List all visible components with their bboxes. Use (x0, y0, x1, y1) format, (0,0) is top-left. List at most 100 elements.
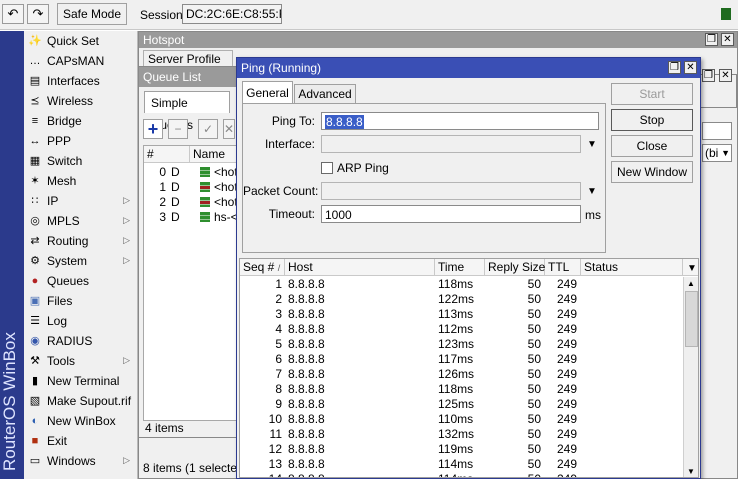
sidebar-item-label: Log (47, 314, 68, 328)
table-row[interactable]: 8 8.8.8.8 118ms 50 249 (240, 382, 683, 397)
table-row[interactable]: 3Dhs-<h (144, 210, 238, 225)
sidebar-item-windows[interactable]: ▭ Windows ▷ (24, 451, 138, 471)
hotspot-inner-restore-icon[interactable]: ❐ (702, 69, 715, 82)
col-reply-size[interactable]: Reply Size (485, 259, 545, 276)
close-button[interactable]: Close (611, 135, 693, 157)
hotspot-restore-icon[interactable]: ❐ (705, 33, 718, 46)
col-host[interactable]: Host (285, 259, 435, 276)
col-name[interactable]: Name (190, 146, 238, 163)
table-row[interactable]: 2 8.8.8.8 122ms 50 249 (240, 292, 683, 307)
table-row[interactable]: 1D <hots (144, 180, 238, 195)
ip-icon: ∷ (31, 195, 39, 207)
tab-advanced[interactable]: Advanced (294, 84, 356, 104)
sidebar-item-log[interactable]: ☰ Log (24, 311, 138, 331)
top-toolbar: ↶ ↷ Safe Mode Session: DC:2C:6E:C8:55:FD (0, 0, 738, 30)
tools-icon: ⚒ (30, 355, 40, 367)
hotspot-partial-field[interactable] (702, 122, 732, 140)
add-icon[interactable]: + (143, 119, 163, 139)
sidebar-item-wireless[interactable]: ⪯ Wireless (24, 91, 138, 111)
partial-dropdown[interactable]: (bi ▼ (702, 144, 732, 162)
tab-general[interactable]: General (242, 81, 293, 104)
remove-icon[interactable]: − (168, 119, 188, 139)
row-name: hs-<h (214, 210, 238, 224)
table-row[interactable]: 11 8.8.8.8 132ms 50 249 (240, 427, 683, 442)
sidebar-item-tools[interactable]: ⚒ Tools ▷ (24, 351, 138, 371)
table-row[interactable]: 14 8.8.8.8 114ms50 249 (240, 472, 683, 477)
tab-simple-queues[interactable]: Simple Queues (144, 91, 230, 132)
chevron-down-icon[interactable]: ▼ (587, 139, 597, 150)
ping-to-input[interactable]: 8.8.8.8 (321, 112, 599, 130)
cell-seq: 12 (268, 442, 282, 456)
col-num[interactable]: # (144, 146, 190, 163)
table-row[interactable]: 7 8.8.8.8 126ms 50 249 (240, 367, 683, 382)
sidebar-item-make-supout-rif[interactable]: ▧ Make Supout.rif (24, 391, 138, 411)
session-field[interactable]: DC:2C:6E:C8:55:FD (182, 4, 282, 24)
interface-select[interactable] (321, 135, 581, 153)
gear-icon: ⚙ (30, 255, 40, 267)
table-row[interactable]: 12 8.8.8.8 119ms 50 249 (240, 442, 683, 457)
sidebar-item-files[interactable]: ▣ Files (24, 291, 138, 311)
table-row[interactable]: 5 8.8.8.8 123ms 50 249 (240, 337, 683, 352)
sidebar-item-bridge[interactable]: ≡ Bridge (24, 111, 138, 131)
results-scrollbar[interactable]: ▲ ▼ (683, 277, 698, 477)
hotspot-close-icon[interactable]: ✕ (721, 33, 734, 46)
sidebar-item-switch[interactable]: ▦ Switch (24, 151, 138, 171)
sidebar-item-label: Tools (47, 354, 76, 368)
scroll-up-icon[interactable]: ▲ (687, 279, 695, 288)
sidebar-item-new-terminal[interactable]: ▮ New Terminal (24, 371, 138, 391)
sidebar-item-capsman[interactable]: … CAPsMAN (24, 51, 138, 71)
disable-icon[interactable]: ✕ (223, 119, 235, 139)
table-row[interactable]: 1 8.8.8.8 118ms 50 249 (240, 277, 683, 292)
sidebar-item-ip[interactable]: ∷ IP ▷ (24, 191, 138, 211)
col-time[interactable]: Time (435, 259, 485, 276)
col-status[interactable]: Status (581, 259, 683, 276)
chevron-down-icon[interactable]: ▼ (587, 186, 597, 197)
sidebar-item-interfaces[interactable]: ▤ Interfaces (24, 71, 138, 91)
sidebar-item-routing[interactable]: ⇄ Routing ▷ (24, 231, 138, 251)
hotspot-inner-close-icon[interactable]: ✕ (719, 69, 732, 82)
table-row[interactable]: 3 8.8.8.8 113ms 50 249 (240, 307, 683, 322)
table-row[interactable]: 2D <hots (144, 195, 238, 210)
arp-ping-checkbox[interactable] (321, 162, 333, 174)
table-row[interactable]: 6 8.8.8.8 117ms 50 249 (240, 352, 683, 367)
cell-time: 117ms (438, 352, 474, 366)
cell-size: 50 (527, 277, 541, 291)
undo-icon[interactable]: ↶ (2, 4, 24, 24)
table-row[interactable]: 4 8.8.8.8 112ms 50 249 (240, 322, 683, 337)
col-seq[interactable]: Seq # / (240, 259, 285, 276)
sidebar-item-mesh[interactable]: ✶ Mesh (24, 171, 138, 191)
timeout-label: Timeout: (268, 207, 315, 221)
sidebar-item-radius[interactable]: ◉ RADIUS (24, 331, 138, 351)
cell-size: 50 (527, 427, 541, 441)
packet-count-input[interactable] (321, 182, 581, 200)
redo-icon[interactable]: ↷ (27, 4, 49, 24)
sidebar-item-quick-set[interactable]: ✨ Quick Set (24, 31, 138, 51)
cell-seq: 4 (275, 322, 282, 336)
sidebar-item-exit[interactable]: ■ Exit (24, 431, 138, 451)
start-button[interactable]: Start (611, 83, 693, 105)
safe-mode-button[interactable]: Safe Mode (57, 3, 127, 25)
sidebar-item-ppp[interactable]: ↔ PPP (24, 131, 138, 151)
sidebar-item-system[interactable]: ⚙ System ▷ (24, 251, 138, 271)
ping-close-icon[interactable]: ✕ (684, 61, 697, 74)
sidebar-item-new-winbox[interactable]: ◐ New WinBox (24, 411, 138, 431)
sidebar-item-queues[interactable]: ● Queues (24, 271, 138, 291)
new-window-button[interactable]: New Window (611, 161, 693, 183)
table-row[interactable]: 10 8.8.8.8 110ms 50 249 (240, 412, 683, 427)
enable-icon[interactable]: ✓ (198, 119, 218, 139)
timeout-input[interactable]: 1000 (321, 205, 581, 223)
table-row[interactable]: 0D <hots (144, 165, 238, 180)
table-row[interactable]: 9 8.8.8.8 125ms 50 249 (240, 397, 683, 412)
chevron-right-icon: ▷ (123, 255, 130, 265)
table-row[interactable]: 13 8.8.8.8 114ms 50 249 (240, 457, 683, 472)
scroll-thumb[interactable] (685, 291, 698, 347)
ping-restore-icon[interactable]: ❐ (668, 61, 681, 74)
cell-host: 8.8.8.8 (288, 382, 325, 396)
cell-host: 8.8.8.8 (288, 322, 325, 336)
sidebar-item-label: New Terminal (47, 374, 120, 388)
stop-button[interactable]: Stop (611, 109, 693, 131)
sidebar-item-mpls[interactable]: ◎ MPLS ▷ (24, 211, 138, 231)
col-ttl[interactable]: TTL (545, 259, 581, 276)
column-menu[interactable]: ▼ (683, 259, 698, 276)
scroll-down-icon[interactable]: ▼ (687, 467, 695, 476)
